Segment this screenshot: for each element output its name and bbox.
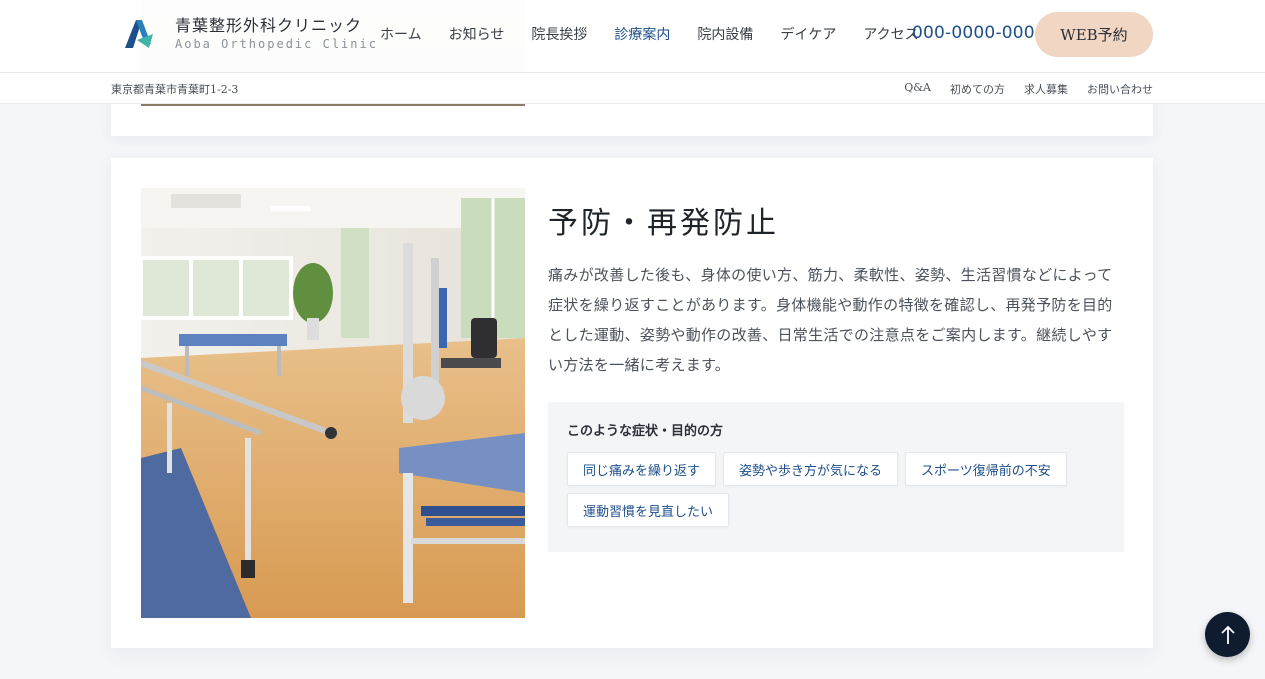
nav-home[interactable]: ホーム [380, 24, 422, 44]
section-description: 痛みが改善した後も、身体の使い方、筋力、柔軟性、姿勢、生活習慣などによって症状を… [548, 266, 1113, 374]
symptom-tag[interactable]: 運動習慣を見直したい [567, 493, 730, 527]
symptom-tag[interactable]: 姿勢や歩き方が気になる [723, 452, 899, 486]
arrow-up-icon [1220, 625, 1235, 644]
logo[interactable]: 青葉整形外科クリニック Aoba Orthopedic Clinic [123, 16, 378, 51]
nav-news[interactable]: お知らせ [449, 24, 505, 44]
logo-japanese-name: 青葉整形外科クリニック [175, 16, 363, 35]
link-qa[interactable]: Q&A [904, 81, 931, 97]
sub-header-bar: 東京都青葉市青葉町1-2-3 Q&A 初めての方 求人募集 お問い合わせ [0, 73, 1265, 104]
main-nav: ホーム お知らせ 院長挨拶 診療案内 院内設備 デイケア アクセス [380, 24, 946, 44]
clinic-address: 東京都青葉市青葉町1-2-3 [111, 83, 239, 96]
back-to-top-button[interactable] [1205, 612, 1250, 657]
nav-services[interactable]: 診療案内 [614, 24, 670, 44]
section-content: 予防・再発防止 痛みが改善した後も、身体の使い方、筋力、柔軟性、姿勢、生活習慣な… [548, 202, 1124, 552]
rehab-room-illustration [141, 188, 525, 618]
symptoms-box: このような症状・目的の方 同じ痛みを繰り返す 姿勢や歩き方が気になる スポーツ復… [548, 402, 1124, 552]
web-reservation-button[interactable]: WEB予約 [1035, 12, 1153, 57]
rehab-room-photo [141, 188, 525, 618]
utility-links: Q&A 初めての方 求人募集 お問い合わせ [885, 81, 1153, 97]
nav-daycare[interactable]: デイケア [780, 24, 836, 44]
clinic-logo-icon [125, 19, 153, 48]
link-recruit[interactable]: 求人募集 [1024, 81, 1068, 97]
symptoms-title: このような症状・目的の方 [567, 424, 724, 439]
nav-greeting[interactable]: 院長挨拶 [531, 24, 587, 44]
nav-access[interactable]: アクセス [863, 24, 918, 44]
nav-facilities[interactable]: 院内設備 [697, 24, 753, 44]
site-header: 青葉整形外科クリニック Aoba Orthopedic Clinic ホーム お… [0, 0, 1265, 73]
symptom-tag[interactable]: 同じ痛みを繰り返す [567, 452, 717, 486]
symptom-tag[interactable]: スポーツ復帰前の不安 [905, 452, 1067, 486]
logo-english-name: Aoba Orthopedic Clinic [175, 37, 378, 51]
link-contact[interactable]: お問い合わせ [1087, 81, 1153, 97]
symptom-tags: 同じ痛みを繰り返す 姿勢や歩き方が気になる スポーツ復帰前の不安 運動習慣を見直… [567, 452, 1106, 534]
prevention-section-card: 予防・再発防止 痛みが改善した後も、身体の使い方、筋力、柔軟性、姿勢、生活習慣な… [111, 158, 1153, 648]
section-title: 予防・再発防止 [548, 206, 779, 241]
link-first-visit[interactable]: 初めての方 [950, 81, 1005, 97]
phone-number-link[interactable]: 000-0000-0000 [912, 23, 1046, 43]
